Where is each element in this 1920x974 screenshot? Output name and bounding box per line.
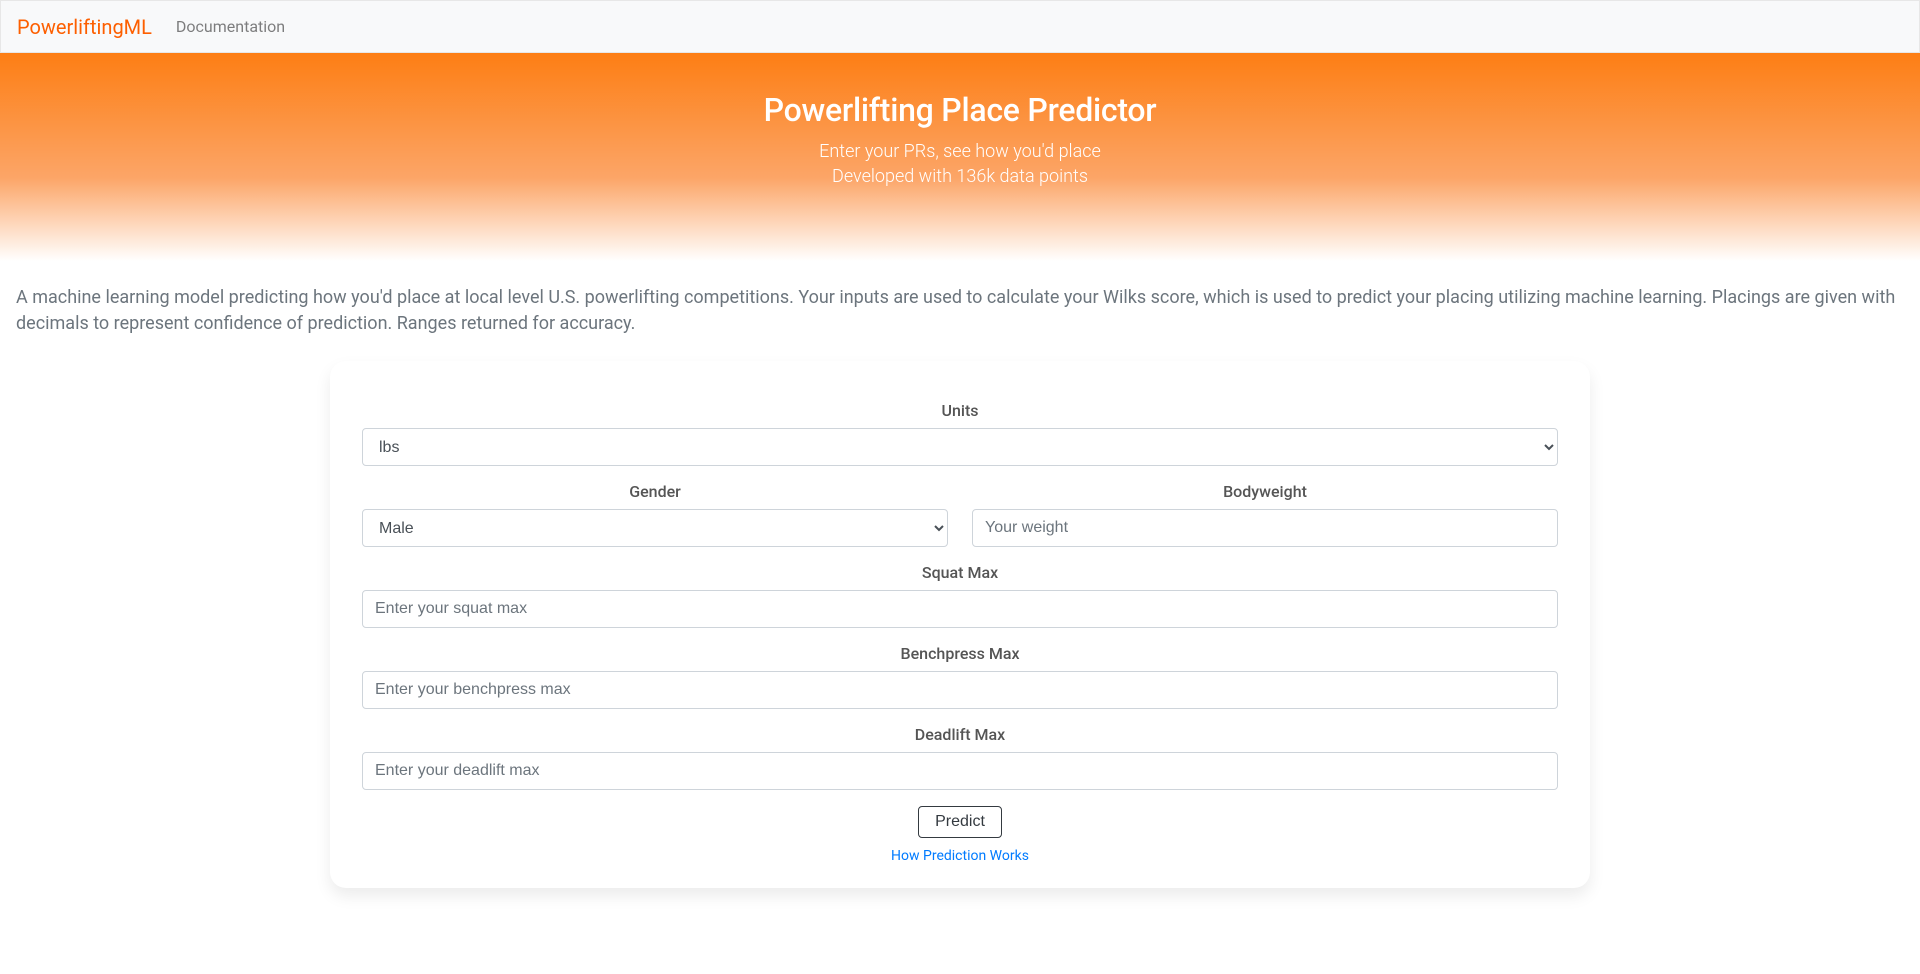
deadlift-label: Deadlift Max (362, 725, 1558, 744)
bench-input[interactable] (362, 671, 1558, 709)
brand-link[interactable]: PowerliftingML (17, 15, 152, 39)
documentation-link[interactable]: Documentation (168, 9, 293, 44)
bodyweight-label: Bodyweight (972, 482, 1558, 501)
units-label: Units (362, 401, 1558, 420)
hero: Powerlifting Place Predictor Enter your … (0, 53, 1920, 261)
hero-subtitle-1: Enter your PRs, see how you'd place (16, 141, 1904, 162)
navbar: PowerliftingML Documentation (0, 0, 1920, 53)
gender-label: Gender (362, 482, 948, 501)
predict-button[interactable]: Predict (918, 806, 1002, 838)
bench-label: Benchpress Max (362, 644, 1558, 663)
hero-subtitle-2: Developed with 136k data points (16, 166, 1904, 187)
units-select[interactable]: lbs (362, 428, 1558, 466)
prediction-form-card: Units lbs Gender Male Bodyweight Squat M… (330, 361, 1590, 888)
intro-description: A machine learning model predicting how … (0, 261, 1920, 345)
squat-input[interactable] (362, 590, 1558, 628)
how-prediction-works-link[interactable]: How Prediction Works (362, 848, 1558, 864)
hero-title: Powerlifting Place Predictor (16, 91, 1904, 129)
gender-select[interactable]: Male (362, 509, 948, 547)
deadlift-input[interactable] (362, 752, 1558, 790)
bodyweight-input[interactable] (972, 509, 1558, 547)
squat-label: Squat Max (362, 563, 1558, 582)
